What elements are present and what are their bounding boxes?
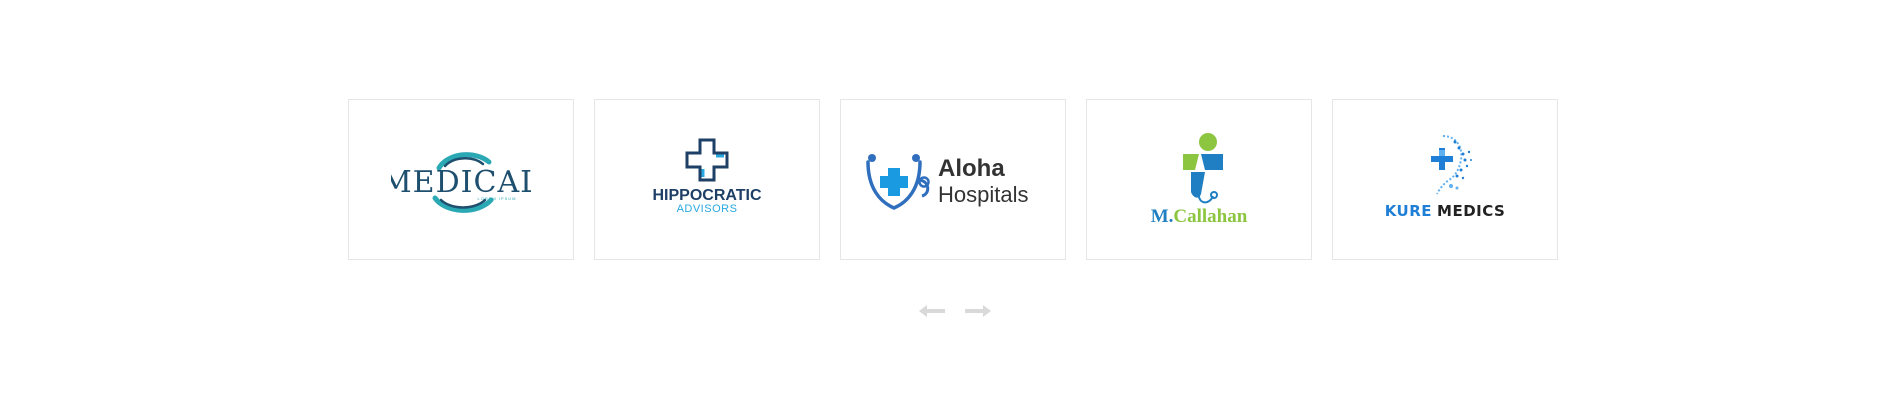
kure-logo: KURE MEDICS	[1385, 134, 1505, 220]
logo-carousel: MEDICAL LOREM IPSUM HIPPOCRATIC ADVISORS	[348, 99, 1558, 261]
logo-card-hippocratic[interactable]: HIPPOCRATIC ADVISORS	[594, 99, 820, 260]
logo-card-medical[interactable]: MEDICAL LOREM IPSUM	[348, 99, 574, 260]
callahan-prefix: M.	[1151, 206, 1174, 227]
arrow-right-icon	[965, 305, 991, 317]
cross-icon	[685, 138, 729, 181]
kure-wordmark: KURE MEDICS	[1385, 202, 1505, 220]
medical-tagline: LOREM IPSUM	[477, 196, 516, 201]
callahan-logo: M.Callahan	[1151, 132, 1248, 227]
hippocratic-wordmark: HIPPOCRATIC	[652, 187, 761, 204]
aloha-subtitle: Hospitals	[938, 182, 1028, 207]
kure-name: MEDICS	[1437, 202, 1505, 220]
logo-card-callahan[interactable]: M.Callahan	[1086, 99, 1312, 260]
medical-wordmark: MEDICAL	[391, 165, 531, 200]
next-button[interactable]	[963, 301, 993, 321]
medical-logo: MEDICAL LOREM IPSUM	[391, 151, 531, 213]
hippocratic-sub: ADVISORS	[677, 203, 738, 215]
arrow-left-icon	[919, 305, 945, 317]
callahan-wordmark: M.Callahan	[1151, 206, 1248, 227]
aloha-logo: Aloha Hospitals	[866, 153, 1028, 210]
logo-card-aloha[interactable]: Aloha Hospitals	[840, 99, 1066, 260]
head-cross-icon	[1431, 134, 1472, 194]
hippocratic-logo: HIPPOCRATIC ADVISORS	[652, 138, 762, 215]
stethoscope-shield-icon	[866, 153, 930, 210]
callahan-name: Callahan	[1173, 206, 1247, 227]
aloha-title: Aloha	[938, 155, 1005, 182]
person-cross-icon	[1183, 132, 1223, 203]
logo-card-kure[interactable]: KURE MEDICS	[1332, 99, 1558, 260]
kure-prefix: KURE	[1385, 202, 1432, 220]
prev-button[interactable]	[917, 301, 947, 321]
carousel-navigation	[917, 300, 993, 322]
